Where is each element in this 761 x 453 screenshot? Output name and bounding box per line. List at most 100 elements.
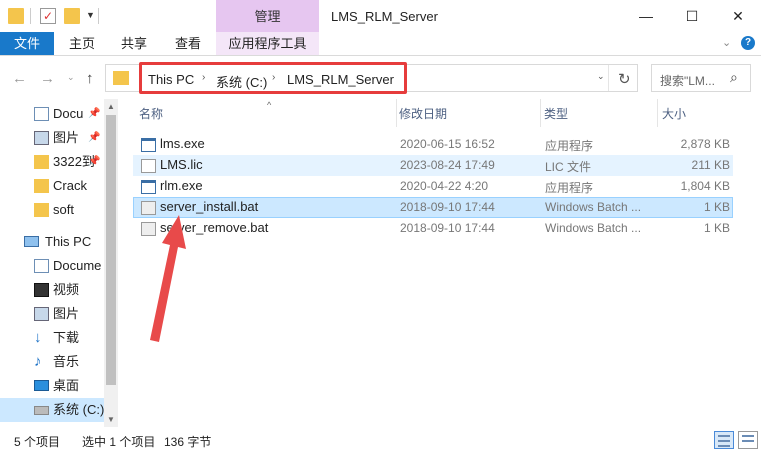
- exe-icon: [141, 180, 156, 194]
- sort-up-icon: ^: [267, 100, 272, 110]
- navigation-pane: Docu 📌 图片 📌 3322到 📌 Crack soft This PC D…: [0, 99, 118, 427]
- sidebar-item-label: This PC: [45, 234, 92, 249]
- table-row[interactable]: server_install.bat 2018-09-10 17:44 Wind…: [133, 197, 733, 218]
- properties-icon[interactable]: ✓: [40, 8, 56, 24]
- refresh-icon[interactable]: ↻: [618, 70, 631, 88]
- sidebar-item-this-pc[interactable]: This PC: [0, 230, 104, 254]
- new-folder-icon[interactable]: [64, 8, 80, 24]
- table-row[interactable]: server_remove.bat 2018-09-10 17:44 Windo…: [133, 218, 733, 239]
- bat-file-icon: [141, 222, 156, 236]
- file-date: 2020-06-15 16:52: [400, 137, 495, 151]
- chevron-right-icon[interactable]: ›: [202, 72, 205, 83]
- maximize-icon[interactable]: ☐: [669, 0, 715, 32]
- large-icons-view-icon[interactable]: [738, 431, 758, 449]
- sidebar-item-label: 图片: [53, 130, 80, 145]
- file-size: 1 KB: [703, 221, 730, 235]
- address-dropdown-icon[interactable]: ⌄: [597, 71, 605, 82]
- file-name: server_install.bat: [160, 199, 259, 214]
- details-view-icon[interactable]: [714, 431, 734, 449]
- sidebar-item-label: 系统 (C:): [53, 402, 104, 417]
- chevron-down-icon[interactable]: ▼: [86, 10, 95, 20]
- exe-icon: [141, 138, 156, 152]
- sidebar-item-pictures-pinned[interactable]: 图片 📌: [0, 126, 104, 150]
- table-row[interactable]: lms.exe 2020-06-15 16:52 应用程序 2,878 KB: [133, 134, 733, 155]
- sidebar-item-videos[interactable]: 视频: [0, 278, 104, 302]
- back-arrow-icon[interactable]: ←: [12, 70, 27, 87]
- recent-chevron-icon[interactable]: ⌄: [67, 72, 75, 83]
- picture-icon: [34, 131, 49, 145]
- sidebar-item-pictures[interactable]: 图片: [0, 302, 104, 326]
- scroll-up-icon[interactable]: ▲: [107, 102, 115, 111]
- sidebar-item-3322[interactable]: 3322到 📌: [0, 150, 104, 174]
- file-size: 1,804 KB: [680, 179, 730, 193]
- file-type: LIC 文件: [545, 160, 592, 174]
- desktop-icon: [34, 380, 49, 391]
- sidebar-item-drive-c[interactable]: 系统 (C:): [0, 398, 104, 422]
- tab-app-tools[interactable]: 应用程序工具: [216, 32, 319, 55]
- folder-icon: [34, 203, 49, 217]
- breadcrumb-this-pc[interactable]: This PC: [148, 72, 194, 87]
- lic-file-icon: [141, 159, 156, 173]
- breadcrumb-drive-c[interactable]: 系统 (C:): [216, 72, 267, 91]
- file-type: 应用程序: [545, 181, 594, 195]
- video-icon: [34, 283, 49, 297]
- bat-file-icon: [141, 201, 156, 215]
- download-icon: ↓: [34, 329, 42, 346]
- sidebar-item-label: 桌面: [53, 378, 80, 393]
- search-icon[interactable]: ⌕: [730, 69, 738, 86]
- sidebar-item-label: 下载: [53, 330, 80, 345]
- file-date: 2023-08-24 17:49: [400, 158, 495, 172]
- sidebar-item-crack[interactable]: Crack: [0, 174, 104, 198]
- status-bar: 5 个项目 选中 1 个项目 136 字节: [0, 427, 761, 453]
- breadcrumb-current-folder[interactable]: LMS_RLM_Server: [287, 72, 394, 87]
- column-header-name[interactable]: 名称 ^: [139, 99, 397, 127]
- file-size: 211 KB: [691, 158, 730, 172]
- sidebar-item-downloads[interactable]: ↓ 下载: [0, 326, 104, 350]
- sidebar-item-desktop[interactable]: 桌面: [0, 374, 104, 398]
- tab-view[interactable]: 查看: [166, 32, 210, 55]
- file-type: 应用程序: [545, 139, 594, 153]
- sidebar-item-label: Docu: [53, 106, 84, 121]
- up-arrow-icon[interactable]: ↑: [86, 70, 94, 87]
- address-row: ← → ⌄ ↑ This PC › 系统 (C:) › LMS_RLM_Serv…: [0, 57, 761, 99]
- table-row[interactable]: rlm.exe 2020-04-22 4:20 应用程序 1,804 KB: [133, 176, 733, 197]
- close-icon[interactable]: ✕: [715, 0, 761, 32]
- pin-icon: 📌: [88, 156, 101, 167]
- tab-share[interactable]: 共享: [112, 32, 156, 55]
- picture-icon: [34, 307, 49, 321]
- search-input[interactable]: 搜索"LM... ⌕: [651, 64, 751, 92]
- manage-context-tab[interactable]: 管理: [216, 0, 319, 32]
- file-size: 1 KB: [703, 200, 730, 214]
- sidebar-item-documents-pinned[interactable]: Docu 📌: [0, 102, 104, 126]
- sidebar-item-label: Crack: [53, 178, 87, 193]
- sidebar-scrollbar[interactable]: ▲ ▼: [104, 99, 118, 427]
- pin-icon: 📌: [88, 132, 101, 143]
- address-bar[interactable]: This PC › 系统 (C:) › LMS_RLM_Server ⌄ ↻: [105, 62, 638, 94]
- document-icon: [34, 107, 49, 121]
- chevron-right-icon[interactable]: ›: [272, 72, 275, 83]
- file-list: 名称 ^ 修改日期 类型 大小 lms.exe 2020-06-15 16:52…: [133, 99, 761, 427]
- chevron-down-icon[interactable]: ⌄: [722, 36, 731, 49]
- sidebar-item-music[interactable]: ♪ 音乐: [0, 350, 104, 374]
- help-icon[interactable]: ?: [741, 36, 755, 50]
- title-bar: ✓ ▼ 管理 LMS_RLM_Server — ☐ ✕: [0, 0, 761, 32]
- forward-arrow-icon[interactable]: →: [40, 70, 55, 87]
- table-row[interactable]: LMS.lic 2023-08-24 17:49 LIC 文件 211 KB: [133, 155, 733, 176]
- column-header-size[interactable]: 大小: [662, 99, 733, 127]
- column-header-label: 名称: [139, 107, 164, 121]
- scroll-down-icon[interactable]: ▼: [107, 415, 115, 424]
- sidebar-item-soft[interactable]: soft: [0, 198, 104, 222]
- file-type: Windows Batch ...: [545, 221, 642, 235]
- column-header-type[interactable]: 类型: [544, 99, 658, 127]
- file-size: 2,878 KB: [680, 137, 730, 151]
- minimize-icon[interactable]: —: [623, 0, 669, 32]
- tab-home[interactable]: 主页: [60, 32, 104, 55]
- column-header-date[interactable]: 修改日期: [399, 99, 541, 127]
- folder-icon: [8, 8, 24, 24]
- sidebar-item-label: 视频: [53, 282, 80, 297]
- scrollbar-thumb[interactable]: [106, 115, 116, 385]
- column-header-label: 类型: [544, 107, 569, 121]
- sidebar-item-documents[interactable]: Docume: [0, 254, 104, 278]
- ribbon-tabs: 文件 主页 共享 查看 应用程序工具 ⌄ ?: [0, 32, 761, 56]
- tab-file[interactable]: 文件: [0, 32, 54, 55]
